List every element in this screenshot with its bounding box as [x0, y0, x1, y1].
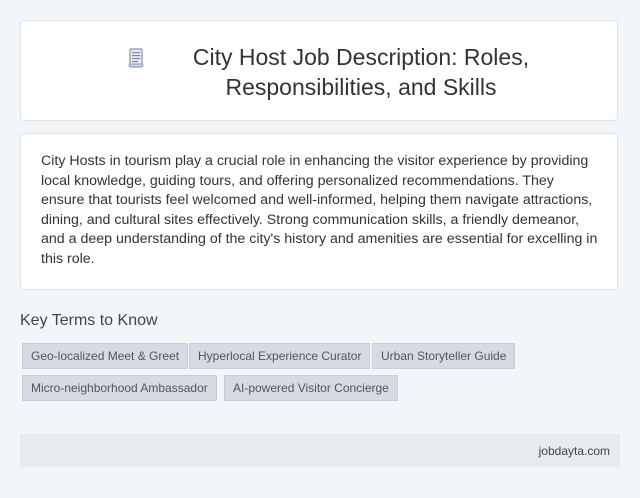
key-term-tag[interactable]: Hyperlocal Experience Curator — [189, 343, 371, 369]
key-term-tag[interactable]: AI-powered Visitor Concierge — [224, 375, 398, 401]
description-text: City Hosts in tourism play a crucial rol… — [41, 153, 598, 267]
footer-site-link[interactable]: jobdayta.com — [539, 443, 610, 459]
key-term-tag[interactable]: Micro-neighborhood Ambassador — [22, 375, 217, 401]
key-terms-heading: Key Terms to Know — [20, 312, 158, 329]
key-term-tag[interactable]: Geo-localized Meet & Greet — [22, 343, 189, 369]
key-term-tag[interactable]: Urban Storyteller Guide — [372, 343, 516, 369]
title-card: City Host Job Description: Roles, Respon… — [20, 20, 618, 121]
footer: jobdayta.com — [20, 434, 620, 467]
description-card: City Hosts in tourism play a crucial rol… — [20, 133, 618, 290]
page-title: City Host Job Description: Roles, Respon… — [192, 44, 530, 100]
document-icon — [128, 48, 144, 68]
